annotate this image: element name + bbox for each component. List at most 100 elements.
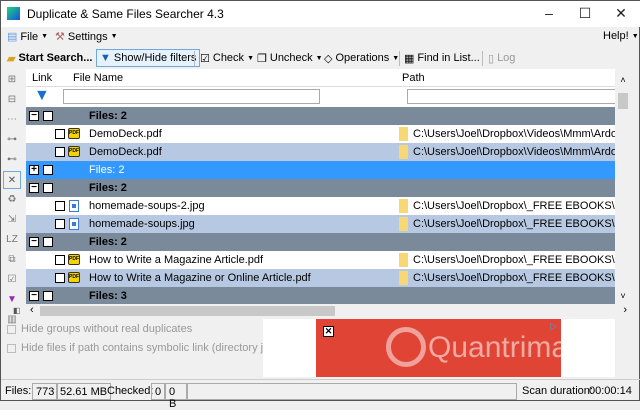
menu-help[interactable]: Help! ▼ [603, 30, 639, 42]
file-checkbox[interactable] [55, 255, 65, 265]
start-search-button[interactable]: ▰ Start Search... [4, 49, 95, 67]
file-name: homemade-soups-2.jpg [89, 200, 205, 212]
start-search-label: Start Search... [18, 52, 93, 64]
file-path: C:\Users\Joel\Dropbox\_FREE EBOOKS\Cooki… [413, 218, 631, 230]
hide-groups-checkbox[interactable]: Hide groups without real duplicates [7, 323, 192, 335]
group-row[interactable]: − Files: 2 [26, 107, 631, 125]
log-icon: ▯ [488, 52, 495, 65]
image-file-icon [69, 218, 79, 230]
compress-icon[interactable]: LZ [3, 231, 21, 249]
file-name-filter-input[interactable] [63, 89, 320, 104]
file-row[interactable]: homemade-soups-2.jpg C:\Users\Joel\Dropbo… [26, 197, 631, 215]
log-button[interactable]: ▯ Log [485, 49, 518, 67]
scroll-left-icon[interactable]: ‹ [30, 304, 34, 316]
file-row[interactable]: PDF How to Write a Magazine or Online Art… [26, 269, 631, 287]
vertical-scrollbar[interactable]: ˄ ˅ [615, 69, 631, 305]
sort-icon[interactable]: ⋯ [3, 111, 21, 129]
column-path[interactable]: Path [402, 72, 425, 84]
recycle-icon[interactable]: ♻ [3, 191, 21, 209]
group-label: Files: 2 [89, 164, 125, 176]
results-grid: Link File Name Path ▼ − Files: 2 PDF DemoDe… [26, 69, 631, 305]
uncheck-label: Uncheck [269, 52, 313, 64]
side-toolbar: ⊞ ⊟ ⋯ ⊶ ⊷ ✕ ♻ ⇲ LZ ⧉ ☑ ▼ ▥ [3, 71, 23, 331]
folder-search-icon: ▰ [7, 52, 16, 65]
advertisement[interactable]: ✕ ▷ Quantrimang [316, 319, 601, 377]
funnel-icon: ▼ [34, 87, 50, 104]
column-file-name[interactable]: File Name [73, 72, 123, 84]
hide-groups-label: Hide groups without real duplicates [21, 323, 193, 335]
file-checkbox[interactable] [55, 129, 65, 139]
group-label: Files: 2 [89, 236, 127, 248]
pdf-file-icon: PDF [68, 146, 80, 157]
column-link[interactable]: Link [32, 72, 52, 84]
collapse-all-icon[interactable]: ⊟ [3, 91, 21, 109]
group-checkbox[interactable] [43, 237, 53, 247]
checkbox[interactable] [7, 343, 16, 353]
file-row[interactable]: PDF DemoDeck.pdf C:\Users\Joel\Dropbox\Vid… [26, 143, 631, 161]
file-checkbox[interactable] [55, 273, 65, 283]
group-row[interactable]: + Files: 2 [26, 161, 631, 179]
move-icon[interactable]: ⇲ [3, 211, 21, 229]
scroll-up-icon[interactable]: ˄ [615, 75, 631, 85]
file-row[interactable]: homemade-soups.jpg C:\Users\Joel\Dropbox\… [26, 215, 631, 233]
expand-icon[interactable]: + [29, 165, 39, 175]
menu-settings-label: Settings [67, 30, 108, 43]
file-name: homemade-soups.jpg [89, 218, 195, 230]
scroll-down-icon[interactable]: ˅ [615, 291, 631, 301]
group-checkbox[interactable] [43, 291, 53, 301]
show-hide-filters-label: Show/Hide filters [113, 52, 197, 64]
text-icon[interactable]: ☑ [3, 271, 21, 289]
path-filter-input[interactable] [407, 89, 631, 104]
group-row[interactable]: − Files: 3 [26, 287, 631, 305]
panel-toggle-icon[interactable]: ◧ [13, 306, 21, 315]
tree-icon[interactable]: ⊶ [3, 131, 21, 149]
maximize-button[interactable]: ☐ [575, 5, 595, 22]
show-hide-filters-button[interactable]: ▼ Show/Hide filters [96, 49, 201, 67]
checkbox[interactable] [7, 324, 16, 334]
group-checkbox[interactable] [43, 111, 53, 121]
tree-remove-icon[interactable]: ⊷ [3, 151, 21, 169]
log-label: Log [497, 52, 516, 64]
window-title: Duplicate & Same Files Searcher 4.3 [27, 7, 224, 21]
collapse-icon[interactable]: − [29, 291, 39, 301]
hide-symlink-checkbox[interactable]: Hide files if path contains symbolic lin… [7, 342, 302, 354]
collapse-icon[interactable]: − [29, 183, 39, 193]
file-row[interactable]: PDF How to Write a Magazine Article.pdf C:… [26, 251, 631, 269]
collapse-icon[interactable]: − [29, 111, 39, 121]
checked-size: 0 B [165, 383, 187, 410]
link-icon[interactable]: ⧉ [3, 251, 21, 269]
expand-all-icon[interactable]: ⊞ [3, 71, 21, 89]
group-checkbox[interactable] [43, 165, 53, 175]
group-row[interactable]: − Files: 2 [26, 179, 631, 197]
ad-close-icon[interactable]: ✕ [323, 326, 334, 337]
delete-icon[interactable]: ✕ [3, 171, 21, 189]
group-label: Files: 3 [89, 290, 127, 302]
find-in-list-label: Find in List... [417, 52, 480, 64]
menu-file-label: File [20, 30, 39, 43]
group-checkbox[interactable] [43, 183, 53, 193]
operations-button[interactable]: ◇ Operations ▼ [321, 49, 402, 67]
minimize-button[interactable]: – [539, 5, 559, 21]
menu-file[interactable]: ▤ File ▼ [7, 30, 48, 44]
close-button[interactable]: ✕ [611, 5, 631, 22]
horizontal-scrollbar[interactable]: ‹ › [26, 304, 631, 318]
menu-bar: ▤ File ▼ ⚒ Settings ▼ Help! ▼ [1, 27, 640, 47]
find-in-list-button[interactable]: ▦ Find in List... [401, 49, 483, 67]
hide-symlink-label: Hide files if path contains symbolic lin… [21, 342, 303, 354]
watermark-text: Quantrimang [428, 331, 602, 364]
scroll-right-icon[interactable]: › [623, 304, 627, 316]
file-checkbox[interactable] [55, 201, 65, 211]
scroll-thumb[interactable] [40, 306, 335, 316]
file-row[interactable]: PDF DemoDeck.pdf C:\Users\Joel\Dropbox\Vid… [26, 125, 631, 143]
check-button[interactable]: ☑ Check ▼ [197, 49, 257, 67]
uncheck-button[interactable]: ❐ Uncheck ▼ [254, 49, 326, 67]
pdf-file-icon: PDF [68, 254, 80, 265]
file-checkbox[interactable] [55, 219, 65, 229]
files-label: Files: [5, 385, 32, 397]
menu-settings[interactable]: ⚒ Settings ▼ [55, 30, 118, 44]
scroll-thumb[interactable] [618, 93, 628, 109]
file-checkbox[interactable] [55, 147, 65, 157]
files-size: 52.61 MB [56, 383, 112, 400]
collapse-icon[interactable]: − [29, 237, 39, 247]
group-row[interactable]: − Files: 2 [26, 233, 631, 251]
